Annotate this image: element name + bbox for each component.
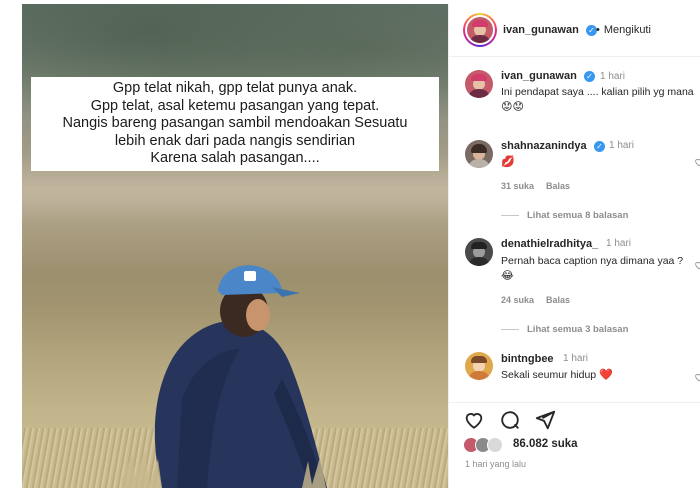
kiss-emoji-icon: 💋 (501, 156, 515, 168)
quote-line: Karena salah pasangan.... (150, 150, 320, 166)
reply-button[interactable]: Balas (546, 295, 570, 305)
laughing-emoji-icon: 😂 (501, 270, 514, 282)
comment-text: Ini pendapat saya .... kalian pilih yg m… (501, 85, 696, 115)
heart-icon[interactable] (463, 409, 485, 431)
comment-username[interactable]: bintngbee (501, 353, 554, 365)
photo-quote-box: Gpp telat nikah, gpp telat punya anak. G… (31, 77, 439, 171)
quote-line: lebih enak dari pada nangis sendirian (114, 132, 356, 149)
post-header: ivan_gunawan ✓ • Mengikuti (449, 4, 700, 57)
view-replies-button[interactable]: Lihat semua 3 balasan (501, 324, 628, 335)
comment-likes[interactable]: 31 suka (501, 181, 534, 191)
seated-person-figure (122, 265, 327, 488)
heart-icon[interactable] (694, 372, 700, 382)
quote-line: Gpp telat nikah, gpp telat punya anak. (112, 80, 358, 96)
comments-panel: ivan_gunawan ✓ • Mengikuti ivan_gunawan ✓… (448, 4, 700, 488)
author-avatar[interactable] (463, 13, 497, 47)
caption-text: Ini pendapat saya .... kalian pilih yg m… (501, 86, 694, 98)
commenter-avatar[interactable] (465, 140, 493, 168)
author-username[interactable]: ivan_gunawan (503, 24, 579, 36)
commenter-avatar[interactable] (465, 352, 493, 380)
comment-text: Pernah baca caption nya dimana yaa ? 😂 (501, 254, 686, 284)
quote-line: Nangis bareng pasangan sambil mendoakan … (62, 115, 408, 131)
likes-count[interactable]: 86.082 suka (513, 438, 578, 450)
comment-username[interactable]: ivan_gunawan (501, 70, 577, 82)
quote-line: Gpp telat, asal ketemu pasangan yang tep… (90, 97, 380, 114)
comment-body: Pernah baca caption nya dimana yaa ? (501, 255, 684, 267)
comment-time[interactable]: 1 hari (609, 140, 634, 151)
comment-username[interactable]: shahnazanindya (501, 140, 587, 152)
comment-likes[interactable]: 24 suka (501, 295, 534, 305)
view-replies-label[interactable]: Lihat semua 3 balasan (527, 324, 628, 335)
follow-status[interactable]: • Mengikuti (596, 24, 651, 36)
red-heart-emoji-icon: ❤️ (599, 369, 613, 381)
view-replies-label[interactable]: Lihat semua 8 balasan (527, 210, 628, 221)
liker-avatar[interactable] (487, 437, 503, 453)
share-icon[interactable] (534, 409, 556, 431)
posted-time: 1 hari yang lalu (465, 459, 527, 469)
comment-time[interactable]: 1 hari (563, 353, 588, 364)
heart-icon[interactable] (694, 157, 700, 167)
comment-username[interactable]: denathielradhitya_ (501, 238, 598, 250)
verified-badge-icon: ✓ (594, 141, 605, 152)
author-avatar-image (467, 17, 493, 43)
post-actions: 86.082 suka 1 hari yang lalu (449, 402, 700, 488)
comment-time[interactable]: 1 hari (600, 71, 625, 82)
worried-emoji-icon: 😟😟 (501, 101, 524, 113)
post-photo: Gpp telat nikah, gpp telat punya anak. G… (22, 4, 448, 488)
verified-badge-icon: ✓ (584, 71, 595, 82)
view-replies-button[interactable]: Lihat semua 8 balasan (501, 210, 628, 221)
comment-icon[interactable] (499, 409, 521, 431)
comment-time[interactable]: 1 hari (606, 238, 631, 249)
commenter-avatar[interactable] (465, 238, 493, 266)
heart-icon[interactable] (694, 260, 700, 270)
follow-status-label[interactable]: Mengikuti (604, 24, 651, 36)
reply-button[interactable]: Balas (546, 181, 570, 191)
commenter-avatar[interactable] (465, 70, 493, 98)
comment-body: Sekali seumur hidup (501, 369, 597, 381)
comment-text: Sekali seumur hidup ❤️ (501, 368, 613, 383)
